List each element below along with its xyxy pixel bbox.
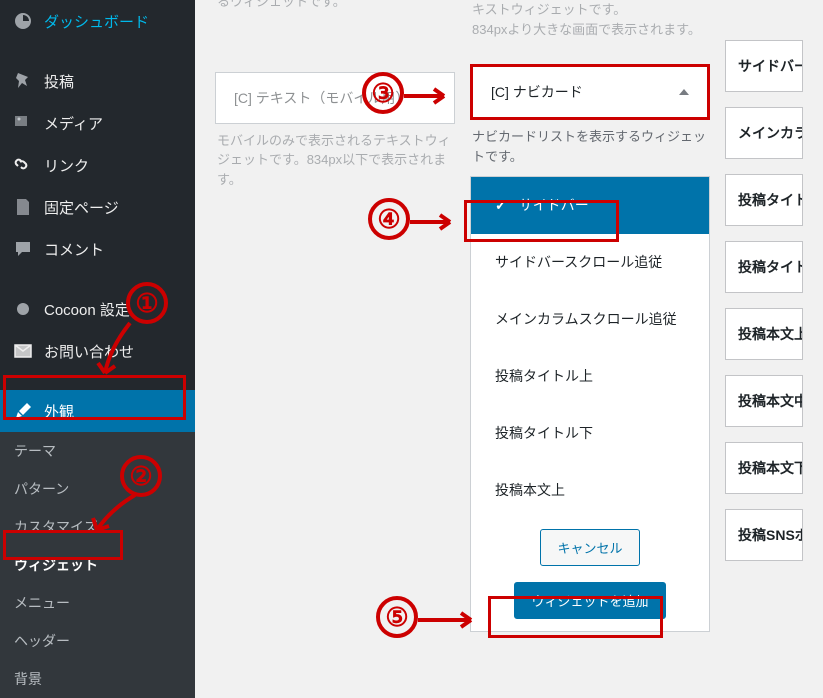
placement-list[interactable]: サイドバー サイドバースクロール追従 メインカラムスクロール追従 投稿タイトル上… <box>471 177 709 517</box>
sidebar-item-media[interactable]: メディア <box>0 102 195 144</box>
link-icon <box>12 154 34 176</box>
sidebar-label: お問い合わせ <box>44 341 134 362</box>
widget-title: [C] ナビカード <box>491 82 583 102</box>
area-post-body-top[interactable]: 投稿本文上 <box>725 308 803 360</box>
sidebar-label: 外観 <box>44 401 74 422</box>
submenu-background[interactable]: 背景 <box>0 660 195 698</box>
page-icon <box>12 196 34 218</box>
submenu-customize[interactable]: カスタマイズ <box>0 508 195 546</box>
sidebar-label: リンク <box>44 155 89 176</box>
placement-sidebar-scroll[interactable]: サイドバースクロール追従 <box>471 234 709 291</box>
sidebar-item-appearance[interactable]: 外観 <box>0 390 195 432</box>
area-post-title-bottom[interactable]: 投稿タイトル下 <box>725 241 803 293</box>
widget-desc-partial: るウィジェットです。 <box>215 0 455 12</box>
pin-icon <box>12 70 34 92</box>
sidebar-item-contact[interactable]: お問い合わせ <box>0 330 195 372</box>
cancel-button[interactable]: キャンセル <box>540 529 639 566</box>
brush-icon <box>12 400 34 422</box>
widget-desc: モバイルのみで表示されるテキストウィジェットです。834px以下で表示されます。 <box>215 131 455 190</box>
placement-main-scroll[interactable]: メインカラムスクロール追従 <box>471 291 709 348</box>
sidebar-label: メディア <box>44 113 103 134</box>
caret-up-icon <box>679 89 689 95</box>
sidebar-item-posts[interactable]: 投稿 <box>0 60 195 102</box>
mail-icon <box>12 340 34 362</box>
area-post-title-top[interactable]: 投稿タイトル上 <box>725 174 803 226</box>
submenu-menus[interactable]: メニュー <box>0 584 195 622</box>
sidebar-item-pages[interactable]: 固定ページ <box>0 186 195 228</box>
sidebar-label: Cocoon 設定 <box>44 299 130 320</box>
sidebar-item-cocoon[interactable]: Cocoon 設定 <box>0 288 195 330</box>
widget-navicard[interactable]: [C] ナビカード <box>470 64 710 120</box>
placement-post-title-bottom[interactable]: 投稿タイトル下 <box>471 405 709 462</box>
placement-post-body-top[interactable]: 投稿本文上 <box>471 462 709 517</box>
submenu-header[interactable]: ヘッダー <box>0 622 195 660</box>
area-post-sns[interactable]: 投稿SNSボタン上 <box>725 509 803 561</box>
appearance-submenu: テーマ パターン カスタマイズ ウィジェット メニュー ヘッダー 背景 <box>0 432 195 698</box>
placement-sidebar[interactable]: サイドバー <box>471 177 709 234</box>
circle-icon <box>12 298 34 320</box>
sidebar-label: コメント <box>44 239 104 260</box>
sidebar-label: 投稿 <box>44 71 74 92</box>
main-content: るウィジェットです。 [C] テキスト（モバイル用） モバイルのみで表示されるテ… <box>195 0 823 658</box>
submenu-themes[interactable]: テーマ <box>0 432 195 470</box>
available-widgets-right: キストウィジェットです。 834pxより大きな画面で表示されます。 [C] ナビ… <box>470 0 710 632</box>
sidebar-label: 固定ページ <box>44 197 119 218</box>
comment-icon <box>12 238 34 260</box>
submenu-patterns[interactable]: パターン <box>0 470 195 508</box>
dashboard-icon <box>12 10 34 32</box>
sidebar-item-dashboard[interactable]: ダッシュボード <box>0 0 195 42</box>
widget-desc: ナビカードリストを表示するウィジェットです。 <box>470 127 710 166</box>
available-widgets-left: るウィジェットです。 [C] テキスト（モバイル用） モバイルのみで表示されるテ… <box>215 0 455 632</box>
sidebar-item-comments[interactable]: コメント <box>0 228 195 270</box>
widget-desc-partial: キストウィジェットです。 834pxより大きな画面で表示されます。 <box>470 0 710 39</box>
sidebar-item-links[interactable]: リンク <box>0 144 195 186</box>
add-widget-button[interactable]: ウィジェットを追加 <box>514 582 665 619</box>
area-main-scroll[interactable]: メインカラムスクロール追従 <box>725 107 803 159</box>
area-post-body-mid[interactable]: 投稿本文中 <box>725 375 803 427</box>
placement-dropdown: サイドバー サイドバースクロール追従 メインカラムスクロール追従 投稿タイトル上… <box>470 176 710 632</box>
area-sidebar[interactable]: サイドバー <box>725 40 803 92</box>
placement-post-title-top[interactable]: 投稿タイトル上 <box>471 348 709 405</box>
widget-text-mobile[interactable]: [C] テキスト（モバイル用） <box>215 72 455 124</box>
media-icon <box>12 112 34 134</box>
widget-title: [C] テキスト（モバイル用） <box>234 88 409 108</box>
sidebar-label: ダッシュボード <box>44 11 149 32</box>
widget-areas-column: サイドバー メインカラムスクロール追従 投稿タイトル上 投稿タイトル下 投稿本文… <box>725 0 803 632</box>
area-post-body-bottom[interactable]: 投稿本文下 <box>725 442 803 494</box>
admin-sidebar: ダッシュボード 投稿 メディア リンク 固定ページ コメント Cocoon 設定 <box>0 0 195 658</box>
submenu-widgets[interactable]: ウィジェット <box>0 546 195 584</box>
